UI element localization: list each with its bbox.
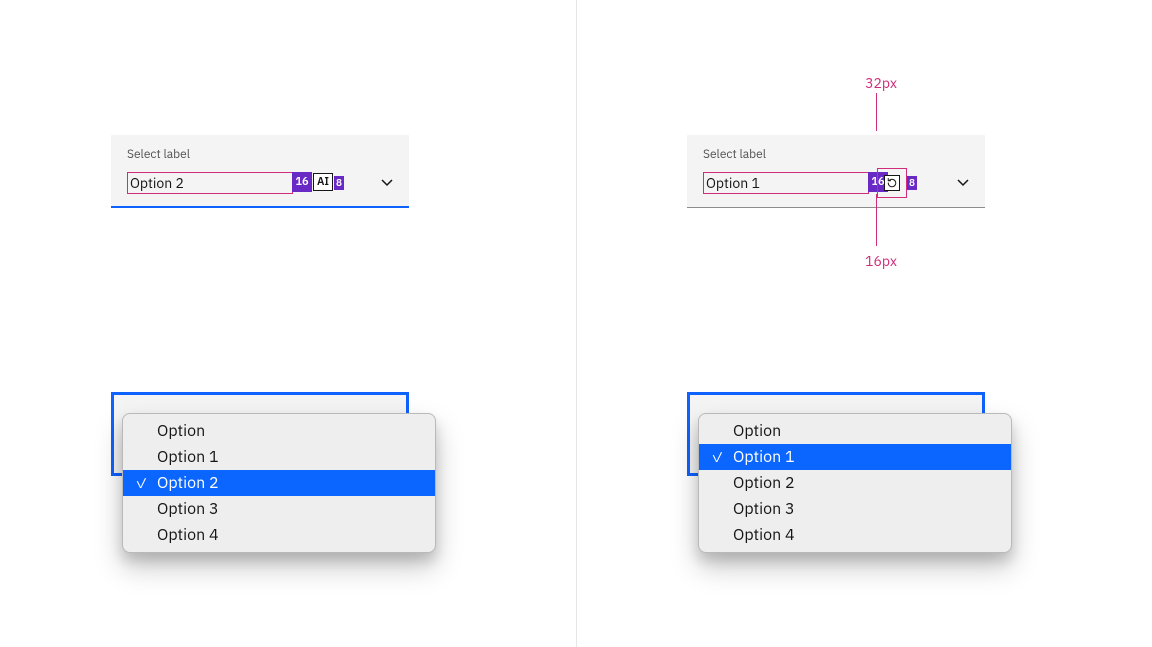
select-value-row: Option 2 16 AI 8	[127, 172, 393, 196]
panel-right: 32px Select label Option 1 16 8 16px Opt…	[576, 0, 1152, 647]
select-value: Option 2	[127, 172, 293, 194]
select-value: Option 1	[703, 172, 869, 194]
revert-icon[interactable]	[884, 175, 900, 191]
dropdown-option[interactable]: Option	[699, 418, 1011, 444]
focus-underline	[111, 206, 409, 208]
select-popup-left[interactable]: OptionOption 1Option 2Option 3Option 4	[122, 413, 436, 553]
select-value-row: Option 1 16 8	[703, 172, 969, 196]
dimension-guide-bottom	[876, 194, 877, 246]
revert-frame	[877, 168, 907, 198]
dropdown-option[interactable]: Option	[123, 418, 435, 444]
ai-icon: AI	[313, 173, 333, 191]
select-label: Select label	[127, 147, 393, 162]
dimension-guide-top	[876, 93, 877, 131]
dropdown-option[interactable]: Option 2	[699, 470, 1011, 496]
chevron-down-icon[interactable]	[955, 175, 971, 191]
dropdown-option[interactable]: Option 1	[699, 444, 1011, 470]
panel-left: Select label Option 2 16 AI 8 OptionOpti…	[0, 0, 576, 647]
spacing-badge-8: 8	[334, 176, 344, 190]
chevron-down-icon[interactable]	[379, 175, 395, 191]
dropdown-option[interactable]: Option 3	[123, 496, 435, 522]
dropdown-option[interactable]: Option 4	[123, 522, 435, 548]
underline	[687, 207, 985, 208]
dropdown-option[interactable]: Option 2	[123, 470, 435, 496]
select-closed-right[interactable]: Select label Option 1 16 8	[687, 135, 985, 207]
spacing-badge-8: 8	[907, 176, 917, 190]
select-closed-left[interactable]: Select label Option 2 16 AI 8	[111, 135, 409, 207]
dropdown-option[interactable]: Option 3	[699, 496, 1011, 522]
spacing-badge-16: 16	[292, 172, 312, 192]
select-popup-right[interactable]: OptionOption 1Option 2Option 3Option 4	[698, 413, 1012, 553]
select-label: Select label	[703, 147, 969, 162]
dimension-label-bottom: 16px	[856, 252, 906, 270]
dropdown-option[interactable]: Option 1	[123, 444, 435, 470]
dimension-label-top: 32px	[856, 74, 906, 92]
dropdown-option[interactable]: Option 4	[699, 522, 1011, 548]
